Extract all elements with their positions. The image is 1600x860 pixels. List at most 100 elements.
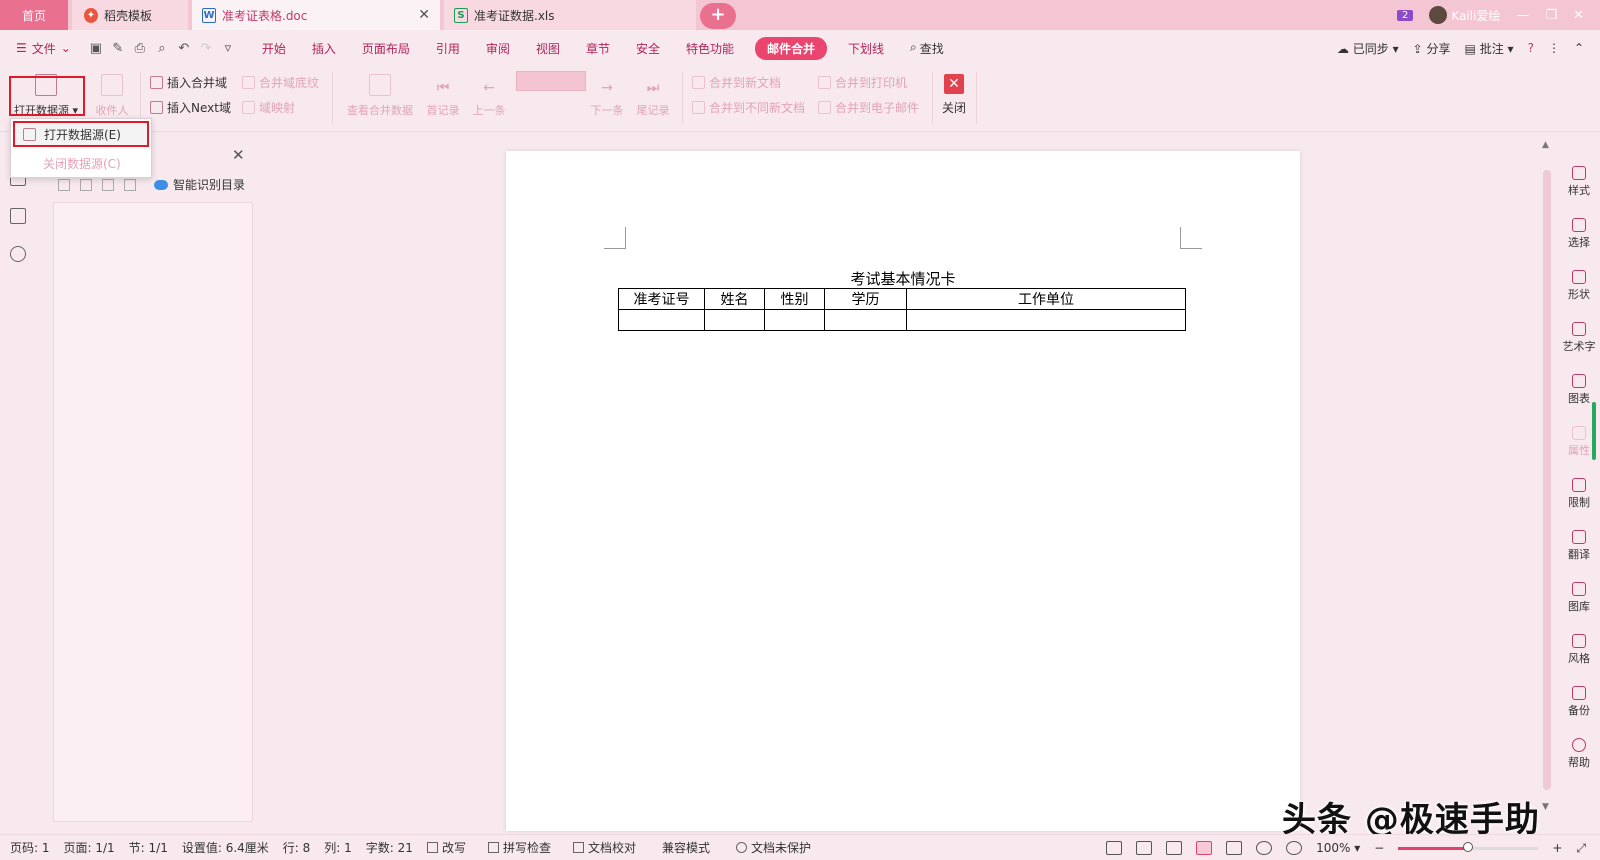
last-record-button[interactable]: ⏭ 尾记录 xyxy=(620,70,686,120)
bookmark-icon[interactable] xyxy=(10,208,26,224)
status-section[interactable]: 节: 1/1 xyxy=(129,839,168,856)
comment-button[interactable]: ▤ 批注 ▾ xyxy=(1465,40,1514,57)
menu-insert[interactable]: 插入 xyxy=(312,40,336,57)
spell-check-button[interactable]: 拼写检查 xyxy=(487,839,551,856)
sidebar-style-theme[interactable]: 风格 xyxy=(1558,634,1600,666)
field-mapping-button[interactable]: 域映射 xyxy=(242,97,295,117)
sidebar-restrict[interactable]: 限制 xyxy=(1558,478,1600,510)
outline-view-icon[interactable] xyxy=(1226,841,1243,855)
status-words[interactable]: 字数: 21 xyxy=(366,839,413,856)
web-view-icon[interactable] xyxy=(1256,841,1273,855)
table-cell[interactable] xyxy=(764,309,825,331)
print-preview-icon[interactable]: ⌕ xyxy=(151,41,173,56)
tab-doc[interactable]: W 准考证表格.doc ✕ xyxy=(192,0,440,30)
sync-button[interactable]: ☁ 已同步 ▾ xyxy=(1337,40,1399,57)
close-data-source-menu-item[interactable]: 关闭数据源(C) xyxy=(11,149,151,177)
table-header-cell[interactable]: 准考证号 xyxy=(618,288,705,310)
find-icon[interactable] xyxy=(10,246,26,262)
fit-icon[interactable]: ⤢ xyxy=(1576,841,1586,856)
status-page-no[interactable]: 页码: 1 xyxy=(10,839,50,856)
close-nav-pane-icon[interactable]: ✕ xyxy=(232,146,245,164)
edit-mode-icon[interactable] xyxy=(1166,841,1183,855)
collapse-ribbon-icon[interactable]: ⌃ xyxy=(1574,41,1584,55)
save-icon[interactable]: ▣ xyxy=(85,41,107,56)
menu-mail-merge[interactable]: 邮件合并 xyxy=(754,36,827,60)
merge-to-new-doc-button[interactable]: 合并到新文档 xyxy=(692,72,781,92)
eye-protect-icon[interactable] xyxy=(1286,841,1303,855)
protect-button[interactable]: 文档未保护 xyxy=(736,839,811,856)
close-tab-icon[interactable]: ✕ xyxy=(418,7,430,23)
undo-icon[interactable]: ↶ xyxy=(173,41,195,56)
tab-xls[interactable]: S 准考证数据.xls xyxy=(444,0,696,30)
close-mail-merge-button[interactable]: 关闭 xyxy=(942,97,966,117)
menu-underline[interactable]: 下划线 xyxy=(848,40,884,57)
table-cell[interactable] xyxy=(906,309,1186,331)
new-tab-button[interactable]: + xyxy=(700,3,736,29)
sidebar-styles[interactable]: 样式 xyxy=(1558,166,1600,198)
scroll-up-icon[interactable]: ▲ xyxy=(1542,140,1549,150)
menu-security[interactable]: 安全 xyxy=(636,40,660,57)
vertical-scrollbar[interactable]: ▲ ▼ xyxy=(1540,140,1554,820)
open-data-source-menu-item[interactable]: 打开数据源(E) xyxy=(13,121,149,147)
table-header-cell[interactable]: 工作单位 xyxy=(906,288,1186,310)
remove-heading-icon[interactable] xyxy=(124,178,136,191)
menu-view[interactable]: 视图 xyxy=(536,40,560,57)
search-button[interactable]: ⌕ 查找 xyxy=(910,40,944,57)
zoom-in-icon[interactable]: + xyxy=(1552,841,1562,855)
info-table[interactable]: 准考证号 姓名 性别 学历 工作单位 xyxy=(618,288,1186,331)
sidebar-help[interactable]: 帮助 xyxy=(1558,738,1600,770)
close-mail-merge-icon[interactable]: ✕ xyxy=(944,74,964,94)
zoom-slider[interactable] xyxy=(1398,841,1539,852)
status-col[interactable]: 列: 1 xyxy=(324,839,352,856)
menu-references[interactable]: 引用 xyxy=(436,40,460,57)
status-setting[interactable]: 设置值: 6.4厘米 xyxy=(182,839,269,856)
sidebar-backup[interactable]: 备份 xyxy=(1558,686,1600,718)
table-cell[interactable] xyxy=(704,309,765,331)
merge-to-different-docs-button[interactable]: 合并到不同新文档 xyxy=(692,97,805,117)
table-header-cell[interactable]: 姓名 xyxy=(704,288,765,310)
merge-to-email-button[interactable]: 合并到电子邮件 xyxy=(818,97,919,117)
read-mode-icon[interactable] xyxy=(1136,841,1153,855)
fullscreen-icon[interactable] xyxy=(1106,841,1123,855)
sidebar-gallery[interactable]: 图库 xyxy=(1558,582,1600,614)
sidebar-select[interactable]: 选择 xyxy=(1558,218,1600,250)
status-pages[interactable]: 页面: 1/1 xyxy=(64,839,115,856)
sidebar-wordart[interactable]: 艺术字 xyxy=(1558,322,1600,354)
smart-toc-button[interactable]: 智能识别目录 xyxy=(154,176,245,193)
menu-chapter[interactable]: 章节 xyxy=(586,40,610,57)
sidebar-translate[interactable]: 翻译 xyxy=(1558,530,1600,562)
proofread-button[interactable]: 文档校对 xyxy=(572,839,636,856)
insert-next-field-button[interactable]: 插入Next域 xyxy=(150,97,231,117)
menu-start[interactable]: 开始 xyxy=(262,40,286,57)
status-row[interactable]: 行: 8 xyxy=(283,839,311,856)
overtype-button[interactable]: 改写 xyxy=(426,839,466,856)
file-menu[interactable]: ☰ 文件 ⌄ xyxy=(16,40,71,57)
restore-icon[interactable]: ❐ xyxy=(1545,8,1557,23)
merge-field-shading-button[interactable]: 合并域底纹 xyxy=(242,72,319,92)
collapse-icon[interactable] xyxy=(80,178,92,191)
tab-home[interactable]: 首页 xyxy=(0,0,68,30)
expand-icon[interactable] xyxy=(58,178,70,191)
zoom-slider-knob[interactable] xyxy=(1463,841,1474,852)
redo-icon[interactable]: ↷ xyxy=(195,41,217,56)
minimize-icon[interactable]: — xyxy=(1516,8,1529,23)
prev-record-button[interactable]: ← 上一条 xyxy=(456,70,522,120)
insert-merge-field-button[interactable]: 插入合并域 xyxy=(150,72,227,92)
format-painter-icon[interactable]: ✎ xyxy=(107,41,129,56)
zoom-out-icon[interactable]: − xyxy=(1374,841,1384,855)
page-view-icon[interactable] xyxy=(1196,841,1213,855)
notification-badge[interactable]: 2 xyxy=(1397,9,1414,21)
sidebar-shapes[interactable]: 形状 xyxy=(1558,270,1600,302)
help-icon[interactable]: ? xyxy=(1528,41,1534,55)
recipients-button[interactable]: 收件人 xyxy=(74,70,150,120)
menu-features[interactable]: 特色功能 xyxy=(686,40,734,57)
tab-template[interactable]: ✦ 稻壳模板 xyxy=(72,0,188,30)
zoom-select[interactable]: 100% ▾ xyxy=(1316,841,1360,855)
print-icon[interactable]: ⎙ xyxy=(129,41,151,56)
scrollbar-thumb[interactable] xyxy=(1543,170,1551,790)
add-heading-icon[interactable] xyxy=(102,178,114,191)
view-merged-data-button[interactable]: 查看合并数据 xyxy=(340,70,420,120)
user-account[interactable]: Kaili爱绘 xyxy=(1429,6,1500,24)
scroll-down-icon[interactable]: ▼ xyxy=(1542,802,1549,812)
close-window-icon[interactable]: ✕ xyxy=(1573,8,1584,23)
